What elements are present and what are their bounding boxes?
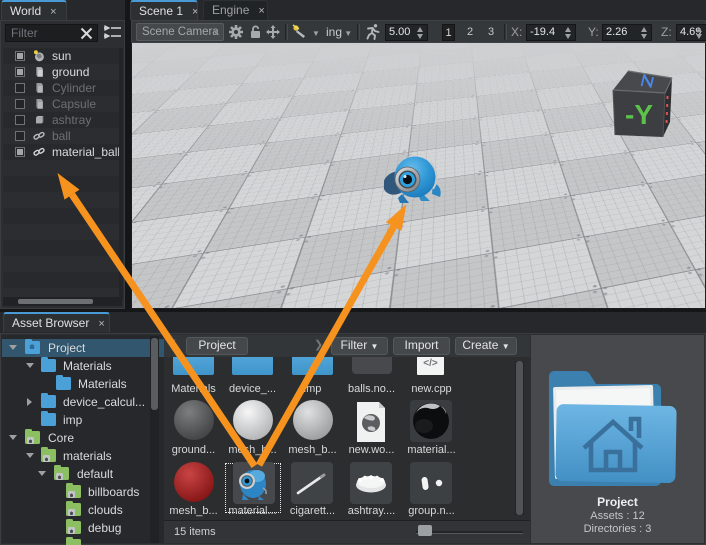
svg-text:-Y: -Y [625, 99, 653, 130]
